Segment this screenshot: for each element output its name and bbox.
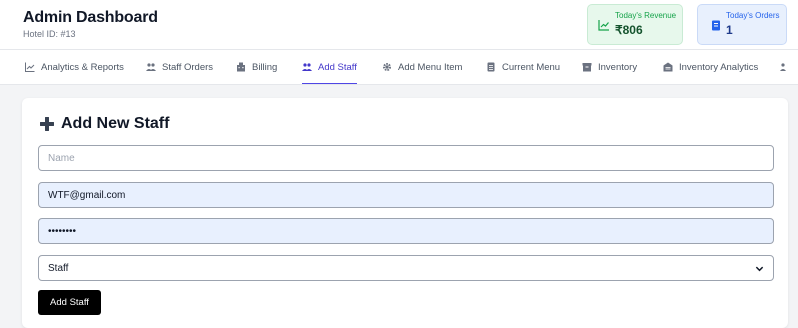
nav-tabs: Analytics & Reports Staff Orders Billing…	[0, 49, 798, 85]
plus-icon	[40, 117, 54, 131]
form-title: Add New Staff	[39, 115, 169, 133]
revenue-label: Today's Revenue	[615, 11, 677, 20]
page-title: Admin Dashboard	[23, 9, 158, 26]
tab-inventory[interactable]: Inventory	[582, 50, 637, 84]
users-icon	[780, 63, 786, 71]
menu-icon	[487, 62, 495, 72]
tab-current-menu[interactable]: Current Menu	[486, 50, 560, 84]
building-icon	[237, 62, 245, 72]
box-icon	[582, 63, 592, 72]
hotel-id: Hotel ID: #13	[23, 29, 76, 39]
gear-icon	[383, 63, 391, 71]
tab-add-menu-item[interactable]: Add Menu Item	[382, 50, 462, 84]
tab-inventory-analytics[interactable]: Inventory Analytics	[663, 50, 758, 84]
role-selected: Staff	[48, 262, 69, 274]
trending-icon	[598, 20, 609, 31]
tab-label: Inventory Analytics	[679, 61, 759, 73]
password-input[interactable]	[38, 218, 774, 244]
orders-card: Today's Orders 1	[697, 4, 787, 45]
warehouse-icon	[663, 62, 673, 72]
role-select[interactable]: Staff	[38, 255, 774, 281]
tab-label: Current Menu	[502, 61, 561, 73]
users-icon	[146, 63, 156, 71]
chart-line-icon	[25, 62, 35, 72]
add-staff-button[interactable]: Add Staff	[38, 290, 101, 315]
tab-analytics-reports[interactable]: Analytics & Reports	[25, 50, 124, 84]
chevron-down-icon	[755, 266, 764, 271]
header: Admin Dashboard Hotel ID: #13 Today's Re…	[0, 0, 798, 49]
name-input[interactable]	[38, 145, 774, 171]
tab-label: Inventory	[598, 61, 638, 73]
email-input[interactable]	[38, 182, 774, 208]
tab-label: Staff Orders	[162, 61, 214, 73]
user-plus-icon	[302, 63, 312, 71]
tab-label: Add Menu Item	[398, 61, 463, 73]
revenue-card: Today's Revenue ₹806	[587, 4, 683, 45]
revenue-value: ₹806	[615, 23, 643, 37]
tab-label: Analytics & Reports	[41, 61, 124, 73]
tab-add-staff[interactable]: Add Staff	[302, 50, 357, 84]
tab-billing[interactable]: Billing	[236, 50, 277, 84]
clipboard-icon	[712, 20, 720, 31]
tab-label: Billing	[252, 61, 278, 73]
tab-overflow[interactable]	[780, 50, 796, 84]
tab-label: Add Staff	[318, 61, 357, 73]
tab-staff-orders[interactable]: Staff Orders	[146, 50, 213, 84]
add-staff-panel: Add New Staff Staff Add Staff	[22, 98, 788, 328]
orders-value: 1	[726, 23, 733, 37]
orders-label: Today's Orders	[726, 11, 780, 20]
form-title-text: Add New Staff	[61, 115, 170, 132]
